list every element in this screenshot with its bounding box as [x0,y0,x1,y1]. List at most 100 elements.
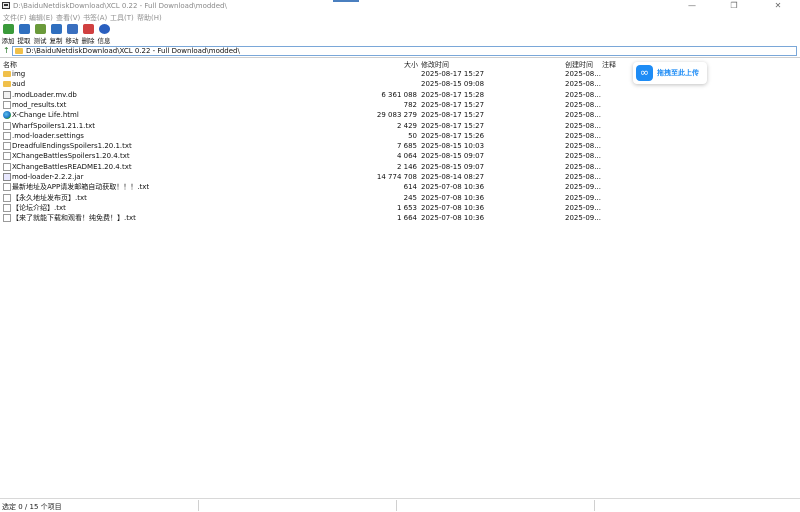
file-name: mod-loader-2.2.2.jar [12,173,84,181]
file-created: 2025-08... [565,111,601,120]
copy-label: 复制 [49,37,63,45]
toolbar: 添加 提取 测试 复制 移动 删除 信息 [0,23,800,45]
file-modified: 2025-07-08 10:36 [421,203,485,212]
file-created: 2025-09... [565,193,601,202]
window-title: D:\BaiduNetdiskDownload\XCL 0.22 - Full … [13,2,227,10]
move-button[interactable]: 移动 [64,24,80,45]
file-modified: 2025-08-17 15:28 [421,90,485,99]
extract-button[interactable]: 提取 [16,24,32,45]
file-modified: 2025-07-08 10:36 [421,183,485,192]
path-input[interactable]: D:\BaiduNetdiskDownload\XCL 0.22 - Full … [12,46,797,56]
text-file-icon [3,121,11,130]
file-modified: 2025-07-08 10:36 [421,193,485,202]
folder-icon [3,71,11,77]
close-button[interactable]: ✕ [758,0,798,12]
text-file-icon [3,152,11,161]
text-file-icon [3,203,11,212]
file-row[interactable]: 最新地址及APP请发邮箱自动获取！！！.txt 614 2025-07-08 10:… [0,182,800,192]
maximize-button[interactable]: ❐ [714,0,754,12]
test-label: 测试 [33,37,47,45]
file-name: aud [12,80,26,89]
baidu-netdisk-icon [636,65,653,81]
file-created: 2025-08... [565,162,601,171]
file-row[interactable]: 【永久地址发布页】.txt 245 2025-07-08 10:36 2025-09.… [0,193,800,203]
text-file-icon [3,183,11,192]
menu-bookmarks[interactable]: 书签(A) [83,13,107,23]
file-modified: 2025-08-17 15:26 [421,131,485,140]
menu-help[interactable]: 帮助(H) [137,13,162,23]
file-row[interactable]: XChangeBattlesREADME1.20.4.txt 2 146 2025-… [0,162,800,172]
file-size: 2 429 [396,121,417,130]
menu-tools[interactable]: 工具(T) [110,13,134,23]
file-name: WharfSpoilers1.21.1.txt [12,121,96,130]
file-created: 2025-09... [565,214,601,223]
file-modified: 2025-08-15 10:03 [421,142,485,151]
file-size: 2 146 [396,162,417,171]
file-created: 2025-08... [565,152,601,161]
status-divider [594,500,595,511]
extract-icon [18,24,30,34]
file-size: 50 [408,131,417,140]
status-divider [198,500,199,511]
file-size: 14 774 708 [376,173,417,181]
app-icon [2,2,10,9]
status-divider [396,500,397,511]
file-name: DreadfulEndingsSpoilers1.20.1.txt [12,142,132,151]
copy-button[interactable]: 复制 [48,24,64,45]
file-name: 【来了就能下载和观看！纯免费！】.txt [12,214,136,223]
file-name: X-Change Life.html [12,111,79,120]
info-button[interactable]: 信息 [96,24,112,45]
status-bar: 选定 0 / 15 个项目 [0,498,800,512]
file-row[interactable]: XChangeBattlesSpoilers1.20.4.txt 4 064 202… [0,151,800,161]
folder-icon [3,81,11,88]
file-size: 29 083 279 [376,111,417,120]
file-created: 2025-08... [565,131,601,140]
extract-label: 提取 [17,37,31,45]
file-row[interactable]: 【论坛介绍】.txt 1 653 2025-07-08 10:36 2025-09..… [0,203,800,213]
file-modified: 2025-08-14 08:27 [421,173,485,181]
file-row[interactable]: .mod-loader.settings 50 2025-08-17 15:26 20… [0,131,800,141]
add-button[interactable]: 添加 [0,24,16,45]
file-created: 2025-08... [565,80,601,89]
info-label: 信息 [97,37,111,45]
file-size: 1 664 [396,214,417,223]
info-icon [98,24,110,34]
file-name: 【论坛介绍】.txt [12,203,66,212]
menu-view[interactable]: 查看(V) [56,13,80,23]
delete-icon [82,24,94,34]
menu-file[interactable]: 文件(F) [3,13,27,23]
file-created: 2025-08... [565,90,601,99]
move-label: 移动 [65,37,79,45]
text-file-icon [3,142,11,151]
file-row[interactable]: WharfSpoilers1.21.1.txt 2 429 2025-08-17 1… [0,121,800,131]
upload-widget[interactable]: 拖拽至此上传 [633,62,707,84]
text-file-icon [3,100,11,109]
move-icon [66,24,78,34]
folder-icon [15,48,23,54]
file-size: 245 [403,193,417,202]
file-row[interactable]: 【来了就能下载和观看！纯免费！】.txt 1 664 2025-07-08 10:3… [0,213,800,223]
file-row[interactable]: mod_results.txt 782 2025-08-17 15:27 2025-0… [0,100,800,110]
file-name: 最新地址及APP请发邮箱自动获取！！！.txt [12,183,150,192]
jar-file-icon [3,173,11,181]
up-folder-icon[interactable]: ↑ [3,47,10,55]
menu-edit[interactable]: 编辑(E) [29,13,53,23]
file-row[interactable]: X-Change Life.html 29 083 279 2025-08-17 1… [0,110,800,120]
minimize-button[interactable]: — [672,0,712,12]
file-created: 2025-08... [565,173,601,181]
file-name: .modLoader.mv.db [12,90,77,99]
text-file-icon [3,162,11,171]
file-row[interactable]: DreadfulEndingsSpoilers1.20.1.txt 7 685 20… [0,141,800,151]
test-button[interactable]: 测试 [32,24,48,45]
database-file-icon [3,90,11,99]
delete-button[interactable]: 删除 [80,24,96,45]
file-modified: 2025-07-08 10:36 [421,214,485,223]
file-name: XChangeBattlesREADME1.20.4.txt [12,162,132,171]
file-created: 2025-08... [565,70,601,78]
upload-label: 拖拽至此上传 [657,69,699,77]
add-label: 添加 [1,37,15,45]
file-row[interactable]: mod-loader-2.2.2.jar 14 774 708 2025-08-14… [0,172,800,182]
file-row[interactable]: .modLoader.mv.db 6 361 088 2025-08-17 15:2… [0,90,800,100]
file-created: 2025-08... [565,100,601,109]
copy-icon [50,24,62,34]
